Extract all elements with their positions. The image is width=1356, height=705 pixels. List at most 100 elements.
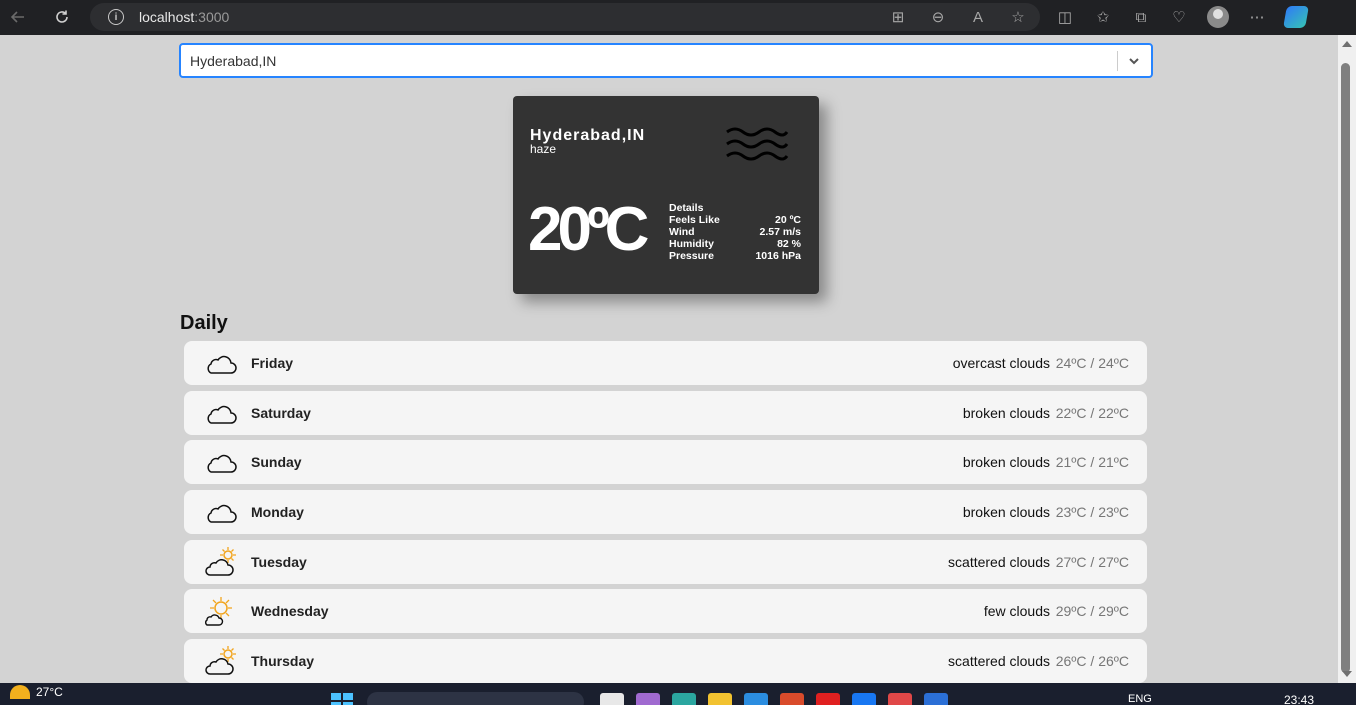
taskbar-search[interactable]: [367, 692, 584, 705]
detail-feels-like: Feels Like 20 ºC: [669, 214, 801, 226]
scroll-down-icon[interactable]: [1342, 671, 1352, 677]
favorite-star-icon[interactable]: ☆: [1008, 7, 1028, 27]
taskbar-app-icon[interactable]: [600, 693, 624, 705]
app-available-icon[interactable]: ⊞: [888, 7, 908, 27]
cloud-sun-icon: [205, 546, 236, 576]
forecast-description: broken clouds: [962, 504, 1050, 521]
os-taskbar: 27°C ENG 23:43: [0, 683, 1356, 705]
forecast-description: broken clouds: [962, 454, 1050, 471]
forecast-description: overcast clouds: [952, 355, 1050, 371]
forecast-day: Friday: [251, 355, 294, 371]
back-button[interactable]: [3, 2, 33, 32]
taskbar-app-icon[interactable]: [780, 693, 804, 705]
current-description: haze: [530, 142, 557, 156]
browser-toolbar: i localhost:3000 ⊞ ⊖ A ☆ ◫ ✩ ⧉ ♡ ⋯: [0, 0, 1356, 35]
profile-avatar[interactable]: [1207, 6, 1229, 28]
taskbar-app-icon[interactable]: [888, 693, 912, 705]
daily-forecast-list: Friday overcast clouds 24ºC / 24ºC Satur…: [184, 341, 1147, 683]
detail-label: Wind: [669, 226, 695, 238]
forecast-row[interactable]: Wednesday few clouds 29ºC / 29ºC: [184, 589, 1147, 634]
chevron-down-icon[interactable]: [1125, 52, 1143, 70]
detail-wind: Wind 2.57 m/s: [669, 226, 801, 238]
split-screen-icon[interactable]: ◫: [1055, 7, 1075, 27]
page-scrollbar[interactable]: [1338, 35, 1356, 683]
forecast-row[interactable]: Tuesday scattered clouds 27ºC / 27ºC: [184, 539, 1147, 584]
taskbar-language[interactable]: ENG: [1128, 693, 1152, 705]
copilot-icon[interactable]: [1283, 6, 1309, 28]
detail-value: 1016 hPa: [755, 250, 801, 262]
detail-value: 2.57 m/s: [759, 226, 801, 238]
start-button[interactable]: [331, 693, 353, 705]
forecast-day: Wednesday: [251, 603, 329, 620]
forecast-temp: 22ºC / 22ºC: [1055, 404, 1129, 421]
taskbar-app-icon[interactable]: [672, 693, 696, 705]
detail-humidity: Humidity 82 %: [669, 238, 801, 250]
favorites-icon[interactable]: ✩: [1093, 7, 1113, 27]
scroll-thumb[interactable]: [1341, 63, 1350, 673]
city-select-value: Hyderabad,IN: [190, 52, 277, 69]
reload-button[interactable]: [47, 2, 77, 32]
forecast-temp: 21ºC / 21ºC: [1055, 454, 1129, 471]
forecast-row[interactable]: Saturday broken clouds 22ºC / 22ºC: [184, 390, 1147, 435]
browser-essentials-icon[interactable]: ♡: [1169, 7, 1189, 27]
forecast-row[interactable]: Monday broken clouds 23ºC / 23ºC: [184, 490, 1147, 535]
cloud-sun-icon: [205, 646, 236, 675]
taskbar-clock[interactable]: 23:43: [1284, 693, 1314, 705]
sun-cloud-icon: [205, 597, 232, 627]
taskbar-app-icon[interactable]: [852, 693, 876, 705]
more-options-icon[interactable]: ⋯: [1247, 7, 1267, 27]
collections-icon[interactable]: ⧉: [1131, 7, 1151, 27]
detail-value: 82 %: [777, 238, 801, 250]
current-temperature: 20ºC: [528, 195, 649, 264]
cloud-icon: [207, 355, 237, 374]
forecast-description: scattered clouds: [948, 653, 1050, 670]
forecast-row[interactable]: Friday overcast clouds 24ºC / 24ºC: [184, 341, 1147, 385]
taskbar-app-icon[interactable]: [636, 693, 660, 705]
forecast-day: Thursday: [251, 653, 315, 670]
forecast-temp: 29ºC / 29ºC: [1055, 603, 1129, 620]
details-title: Details: [669, 202, 704, 214]
address-bar[interactable]: i localhost:3000 ⊞ ⊖ A ☆: [90, 3, 1040, 31]
cloud-icon: [207, 455, 237, 474]
city-select[interactable]: Hyderabad,IN: [179, 43, 1153, 78]
forecast-row[interactable]: Sunday broken clouds 21ºC / 21ºC: [184, 440, 1147, 485]
detail-value: 20 ºC: [774, 214, 801, 226]
cloud-icon: [207, 405, 237, 424]
detail-label: Pressure: [669, 250, 714, 262]
detail-pressure: Pressure 1016 hPa: [669, 250, 801, 262]
url-port: :3000: [194, 9, 230, 25]
forecast-description: few clouds: [983, 603, 1050, 620]
site-info-icon[interactable]: i: [108, 9, 124, 25]
taskbar-app-icon[interactable]: [708, 693, 732, 705]
taskbar-apps: [600, 693, 948, 705]
details-panel: Details Feels Like 20 ºC Wind 2.57 m/s H…: [669, 202, 801, 262]
detail-label: Humidity: [669, 238, 714, 250]
forecast-day: Saturday: [251, 404, 311, 421]
forecast-temp: 27ºC / 27ºC: [1055, 553, 1129, 570]
taskbar-app-icon[interactable]: [924, 693, 948, 705]
current-weather-card: Hyderabad,IN haze 20ºC Details Feels Lik…: [513, 96, 819, 294]
forecast-description: scattered clouds: [948, 553, 1050, 570]
forecast-description: broken clouds: [962, 404, 1050, 421]
select-separator: [1117, 51, 1118, 71]
read-aloud-icon[interactable]: A: [968, 7, 988, 27]
forecast-temp: 24ºC / 24ºC: [1055, 355, 1129, 371]
forecast-row[interactable]: Thursday scattered clouds 26ºC / 26ºC: [184, 639, 1147, 683]
forecast-day: Monday: [251, 504, 304, 521]
scroll-up-icon[interactable]: [1342, 41, 1352, 47]
haze-icon: [726, 127, 789, 161]
taskbar-app-icon[interactable]: [816, 693, 840, 705]
forecast-temp: 23ºC / 23ºC: [1055, 504, 1129, 521]
taskbar-weather[interactable]: 27°C: [10, 685, 63, 699]
zoom-out-icon[interactable]: ⊖: [928, 7, 948, 27]
forecast-day: Tuesday: [251, 553, 307, 570]
back-arrow-icon: [10, 11, 24, 23]
cloud-icon: [207, 504, 237, 523]
url-host: localhost: [139, 9, 195, 25]
reload-icon: [56, 10, 68, 23]
detail-label: Feels Like: [669, 214, 720, 226]
partly-sunny-icon: [10, 685, 30, 699]
forecast-day: Sunday: [251, 454, 302, 471]
forecast-temp: 26ºC / 26ºC: [1055, 653, 1129, 670]
taskbar-app-icon[interactable]: [744, 693, 768, 705]
